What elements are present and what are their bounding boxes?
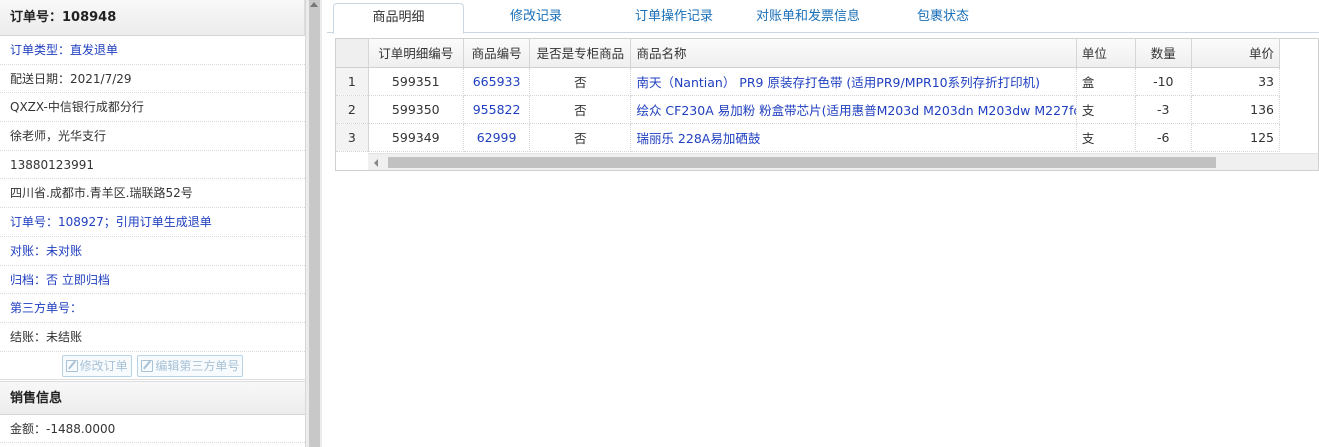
detail-id-cell: 599351 xyxy=(368,67,464,96)
tab-package-status[interactable]: 包裹状态 xyxy=(883,3,1003,33)
unit-cell: 支 xyxy=(1076,123,1136,152)
row-number: 3 xyxy=(336,123,369,152)
unit-price-cell: 33 xyxy=(1191,67,1280,96)
detail-id-cell: 599349 xyxy=(368,123,464,152)
header-row-number xyxy=(336,39,369,68)
product-name-link[interactable]: 绘众 CF230A 易加粉 粉盒带芯片(适用惠普M203d M203dn M20… xyxy=(630,95,1077,124)
unit-cell: 盒 xyxy=(1076,67,1136,96)
header-detail-id[interactable]: 订单明细编号 xyxy=(368,39,464,68)
delivery-date: 配送日期：2021/7/29 xyxy=(0,65,305,94)
archive-status: 归档：否 立即归档 xyxy=(0,266,305,295)
edit-order-button[interactable]: 修改订单 xyxy=(61,354,132,377)
order-number-title: 订单号：108948 xyxy=(0,0,305,36)
reference-order: 订单号：108927；引用订单生成退单 xyxy=(0,208,305,237)
header-unit-price[interactable]: 单价 xyxy=(1191,39,1280,68)
edit-order-label: 修改订单 xyxy=(79,358,128,373)
edit-third-party-button[interactable]: 编辑第三方单号 xyxy=(137,354,244,377)
order-type-value: 直发退单 xyxy=(70,43,119,57)
header-quantity[interactable]: 数量 xyxy=(1135,39,1193,68)
edit-icon xyxy=(65,359,78,372)
edit-icon xyxy=(141,359,154,372)
scroll-up-arrow-icon[interactable] xyxy=(310,2,318,7)
tab-operation-log[interactable]: 订单操作记录 xyxy=(609,3,739,33)
phone-number: 13880123991 xyxy=(0,151,305,180)
tab-modify-log[interactable]: 修改记录 xyxy=(477,3,595,33)
unit-price-cell: 125 xyxy=(1191,123,1280,152)
header-unit[interactable]: 单位 xyxy=(1076,39,1136,68)
delivery-address: 四川省.成都市.青羊区.瑞联路52号 xyxy=(0,179,305,209)
detail-panel: 商品明细 修改记录 订单操作记录 对账单和发票信息 包裹状态 订单明细编号 商品… xyxy=(327,0,1319,447)
row-number: 1 xyxy=(336,67,369,96)
reconcile-status: 对账：未对账 xyxy=(0,237,305,266)
archive-value: 否 xyxy=(46,272,59,287)
table-row[interactable]: 1 599351 665933 否 南天（Nantian） PR9 原装存打色带… xyxy=(336,67,1280,96)
header-counter-product[interactable]: 是否是专柜商品 xyxy=(529,39,632,68)
edit-third-party-label: 编辑第三方单号 xyxy=(155,358,240,373)
product-name-link[interactable]: 南天（Nantian） PR9 原装存打色带 (适用PR9/MPR10系列存折打… xyxy=(630,67,1077,96)
quantity-cell: -10 xyxy=(1135,67,1193,96)
horizontal-scrollbar-thumb[interactable] xyxy=(388,157,1216,168)
archive-now-link[interactable]: 立即归档 xyxy=(62,273,110,287)
contact-name: 徐老师，光华支行 xyxy=(0,122,305,151)
amount: 金额：-1488.0000 xyxy=(0,415,305,444)
counter-product-cell: 否 xyxy=(529,123,632,152)
grid-horizontal-scrollbar[interactable] xyxy=(368,153,1318,170)
tab-invoice-info[interactable]: 对账单和发票信息 xyxy=(745,3,871,33)
header-product-name[interactable]: 商品名称 xyxy=(630,39,1077,68)
counter-product-cell: 否 xyxy=(529,95,632,124)
order-info-panel: 订单号：108948 订单类型：直发退单 配送日期：2021/7/29 QXZX… xyxy=(0,0,305,447)
left-panel-scrollbar[interactable] xyxy=(305,0,322,447)
order-type-label: 订单类型： xyxy=(10,43,71,57)
product-grid: 订单明细编号 商品编号 是否是专柜商品 商品名称 单位 数量 单价 1 5993… xyxy=(335,38,1319,171)
tab-product-details[interactable]: 商品明细 xyxy=(333,3,464,34)
header-product-id[interactable]: 商品编号 xyxy=(463,39,531,68)
product-id-link[interactable]: 62999 xyxy=(463,123,531,152)
scroll-left-arrow-icon[interactable] xyxy=(374,159,378,167)
scrollbar-thumb[interactable] xyxy=(309,0,320,447)
table-row[interactable]: 2 599350 955822 否 绘众 CF230A 易加粉 粉盒带芯片(适用… xyxy=(336,95,1280,124)
sales-info-title: 销售信息 xyxy=(0,380,305,415)
archive-label: 归档： xyxy=(10,272,47,287)
row-number: 2 xyxy=(336,95,369,124)
unit-price-cell: 136 xyxy=(1191,95,1280,124)
grid-header-row: 订单明细编号 商品编号 是否是专柜商品 商品名称 单位 数量 单价 xyxy=(336,39,1280,68)
third-party-number: 第三方单号： xyxy=(0,294,305,323)
counter-product-cell: 否 xyxy=(529,67,632,96)
order-type: 订单类型：直发退单 xyxy=(0,36,305,65)
tab-bar: 商品明细 修改记录 订单操作记录 对账单和发票信息 包裹状态 xyxy=(327,0,1319,34)
product-id-link[interactable]: 955822 xyxy=(463,95,531,124)
product-id-link[interactable]: 665933 xyxy=(463,67,531,96)
unit-cell: 支 xyxy=(1076,95,1136,124)
table-row[interactable]: 3 599349 62999 否 瑞丽乐 228A易加硒鼓 支 -6 125 xyxy=(336,123,1280,152)
settlement-status: 结账：未结账 xyxy=(0,323,305,352)
action-buttons: 修改订单 编辑第三方单号 xyxy=(0,352,305,380)
quantity-cell: -3 xyxy=(1135,95,1193,124)
customer-name: QXZX-中信银行成都分行 xyxy=(0,93,305,123)
detail-id-cell: 599350 xyxy=(368,95,464,124)
product-name-link[interactable]: 瑞丽乐 228A易加硒鼓 xyxy=(630,123,1077,152)
quantity-cell: -6 xyxy=(1135,123,1193,152)
